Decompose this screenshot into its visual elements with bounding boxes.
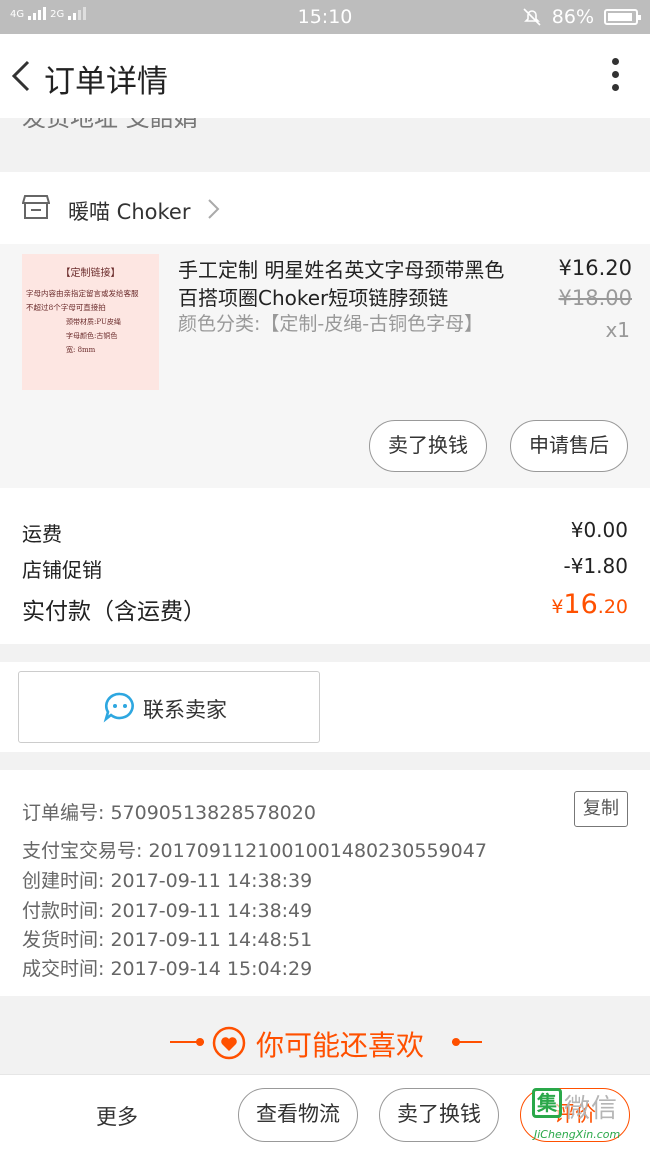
completed-time: 成交时间: 2017-09-14 15:04:29 — [22, 958, 313, 980]
mute-bell-icon — [523, 8, 541, 26]
product-original-price: ¥18.00 — [558, 286, 632, 310]
view-logistics-button[interactable]: 查看物流 — [238, 1088, 358, 1142]
product-quantity: x1 — [605, 318, 630, 342]
watermark-sub: JiChengXin.com — [534, 1128, 621, 1141]
divider — [452, 1041, 482, 1043]
sell-for-cash-button[interactable]: 卖了换钱 — [369, 420, 487, 472]
shop-icon — [22, 195, 50, 219]
shipping-value: ¥0.00 — [570, 518, 628, 542]
promo-value: -¥1.80 — [563, 554, 628, 578]
watermark-box: 集 — [532, 1088, 562, 1118]
order-info: 订单编号: 57090513828578020 复制 支付宝交易号: 20170… — [0, 770, 650, 996]
heart-icon — [212, 1026, 246, 1060]
thumb-line: 颈带材质:PU皮绳 — [66, 318, 121, 326]
copy-button[interactable]: 复制 — [574, 791, 628, 827]
contact-seller-button[interactable]: 联系卖家 — [18, 671, 320, 743]
total-decimal: .20 — [597, 596, 628, 618]
thumb-heading: 【定制链接】 — [60, 268, 121, 279]
more-button[interactable]: 更多 — [96, 1101, 138, 1131]
shipping-label: 运费 — [22, 522, 62, 546]
thumb-line: 字母颜色:古铜色 — [66, 332, 118, 340]
total-value: ¥16.20 — [551, 589, 628, 620]
promo-row: 店铺促销 -¥1.80 — [22, 554, 628, 583]
more-vertical-icon[interactable] — [612, 58, 620, 94]
shop-row[interactable]: 暖喵 Choker — [0, 172, 650, 244]
chat-bubble-icon — [103, 692, 134, 723]
status-right: 86% — [522, 6, 641, 28]
watermark-logo: 集 微信 JiChengXin.com — [532, 1080, 650, 1155]
sell-for-cash-bottom-button[interactable]: 卖了换钱 — [379, 1088, 499, 1142]
back-arrow-icon[interactable] — [8, 54, 38, 98]
watermark-text: 微信 — [564, 1094, 619, 1124]
created-time: 创建时间: 2017-09-11 14:38:39 — [22, 870, 313, 892]
thumb-line: 字母内容由亲指定留言或发给客服 — [26, 289, 139, 298]
battery-icon — [604, 9, 641, 25]
total-label: 实付款（含运费） — [22, 599, 206, 625]
order-number: 订单编号: 57090513828578020 — [22, 802, 316, 824]
shipped-time: 发货时间: 2017-09-11 14:48:51 — [22, 929, 313, 951]
total-int: 16 — [563, 589, 598, 620]
contact-seller-label: 联系卖家 — [143, 698, 227, 722]
chevron-right-icon — [208, 199, 220, 219]
thumb-line: 宽: 8mm — [66, 346, 96, 354]
shipping-row: 运费 ¥0.00 — [22, 518, 628, 547]
product-spec: 颜色分类:【定制-皮绳-古铜色字母】 — [178, 313, 484, 335]
shop-name: 暖喵 Choker — [68, 200, 191, 224]
paid-time: 付款时间: 2017-09-11 14:38:49 — [22, 900, 313, 922]
recommend-header: 你可能还喜欢 — [0, 996, 650, 1074]
divider-dot — [196, 1038, 204, 1046]
product-thumbnail[interactable]: 【定制链接】 字母内容由亲指定留言或发给客服 不超过8个字母可直接拍 颈带材质:… — [22, 254, 159, 390]
promo-label: 店铺促销 — [22, 558, 102, 582]
nav-bar: 订单详情 — [0, 34, 650, 118]
total-row: 实付款（含运费） ¥16.20 — [22, 589, 628, 626]
page-title: 订单详情 — [44, 64, 168, 100]
contact-section: 联系卖家 — [0, 662, 650, 752]
status-bar: 4G 2G 15:10 86% — [0, 0, 650, 34]
recommend-title: 你可能还喜欢 — [256, 1029, 425, 1062]
battery-percent: 86% — [551, 6, 594, 28]
address-partial: 发货地址 支韶娟 — [22, 118, 242, 128]
thumb-line: 不超过8个字母可直接拍 — [26, 303, 106, 312]
product-item[interactable]: 【定制链接】 字母内容由亲指定留言或发给客服 不超过8个字母可直接拍 颈带材质:… — [0, 244, 650, 488]
after-sales-button[interactable]: 申请售后 — [510, 420, 628, 472]
total-currency: ¥ — [551, 596, 564, 618]
product-title: 手工定制 明星姓名英文字母颈带黑色百搭项圈Choker短项链脖颈链 — [178, 258, 505, 310]
product-price: ¥16.20 — [558, 256, 632, 280]
fee-summary: 运费 ¥0.00 店铺促销 -¥1.80 实付款（含运费） ¥16.20 — [0, 488, 650, 644]
alipay-trade-number: 支付宝交易号: 2017091121001001480230559047 — [22, 840, 487, 862]
